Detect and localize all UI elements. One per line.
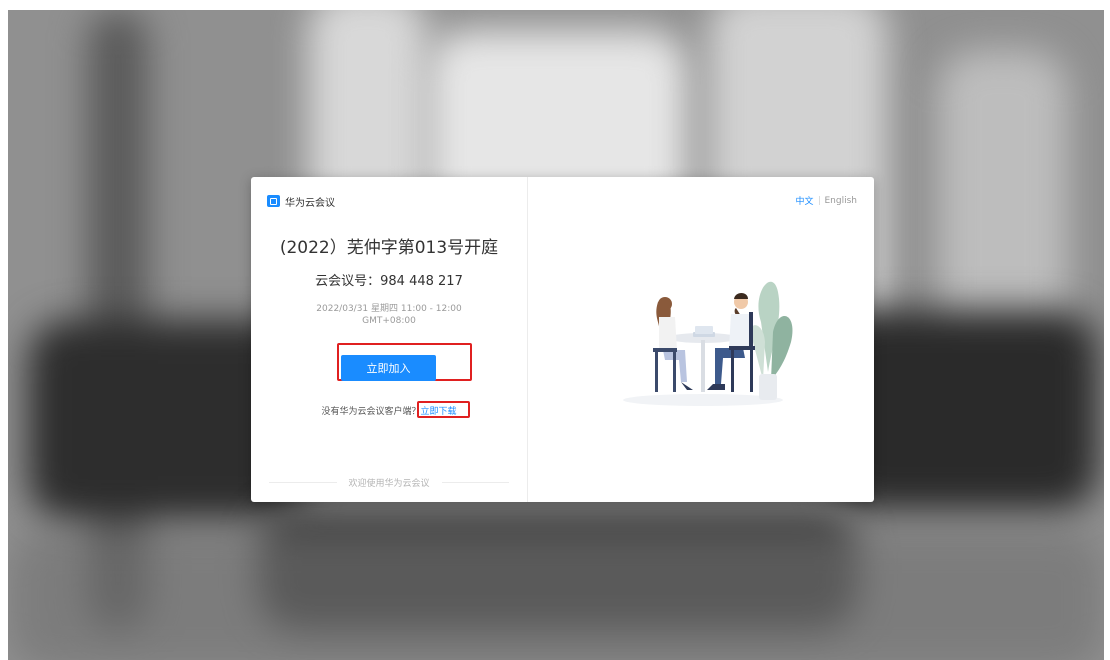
illustration-panel: 中文 English	[527, 177, 874, 502]
welcome-text: 欢迎使用华为云会议	[348, 479, 430, 489]
huawei-cloud-meeting-logo-icon	[267, 195, 280, 207]
language-english-link[interactable]: English	[825, 196, 858, 206]
divider	[269, 482, 337, 483]
divider	[441, 482, 510, 483]
language-switch: 中文 English	[795, 194, 858, 208]
meeting-info-panel: 华为云会议 (2022）芜仲字第013号开庭 云会议号：984 448 217 …	[251, 177, 527, 502]
language-separator	[818, 196, 820, 205]
meeting-timezone: GMT+08:00	[362, 316, 416, 326]
download-prompt: 没有华为云会议客户端？立即下载	[251, 404, 527, 417]
meeting-time: 2022/03/31 星期四 11:00 - 12:00 GMT+08:00	[251, 303, 527, 327]
app-name: 华为云会议	[285, 197, 335, 209]
no-client-text: 没有华为云会议客户端？	[321, 407, 421, 417]
join-now-button[interactable]: 立即加入	[341, 355, 436, 381]
meeting-title: (2022）芜仲字第013号开庭	[279, 238, 499, 258]
meeting-id: 云会议号：984 448 217	[315, 274, 463, 289]
meeting-illustration	[623, 281, 793, 406]
meeting-time-range: 2022/03/31 星期四 11:00 - 12:00	[316, 304, 462, 314]
welcome-footer: 欢迎使用华为云会议	[269, 476, 510, 489]
app-logo: 华为云会议	[267, 194, 335, 209]
download-link-highlight	[417, 401, 470, 418]
language-chinese-link[interactable]: 中文	[795, 194, 813, 207]
meeting-invite-card: 华为云会议 (2022）芜仲字第013号开庭 云会议号：984 448 217 …	[251, 177, 874, 502]
